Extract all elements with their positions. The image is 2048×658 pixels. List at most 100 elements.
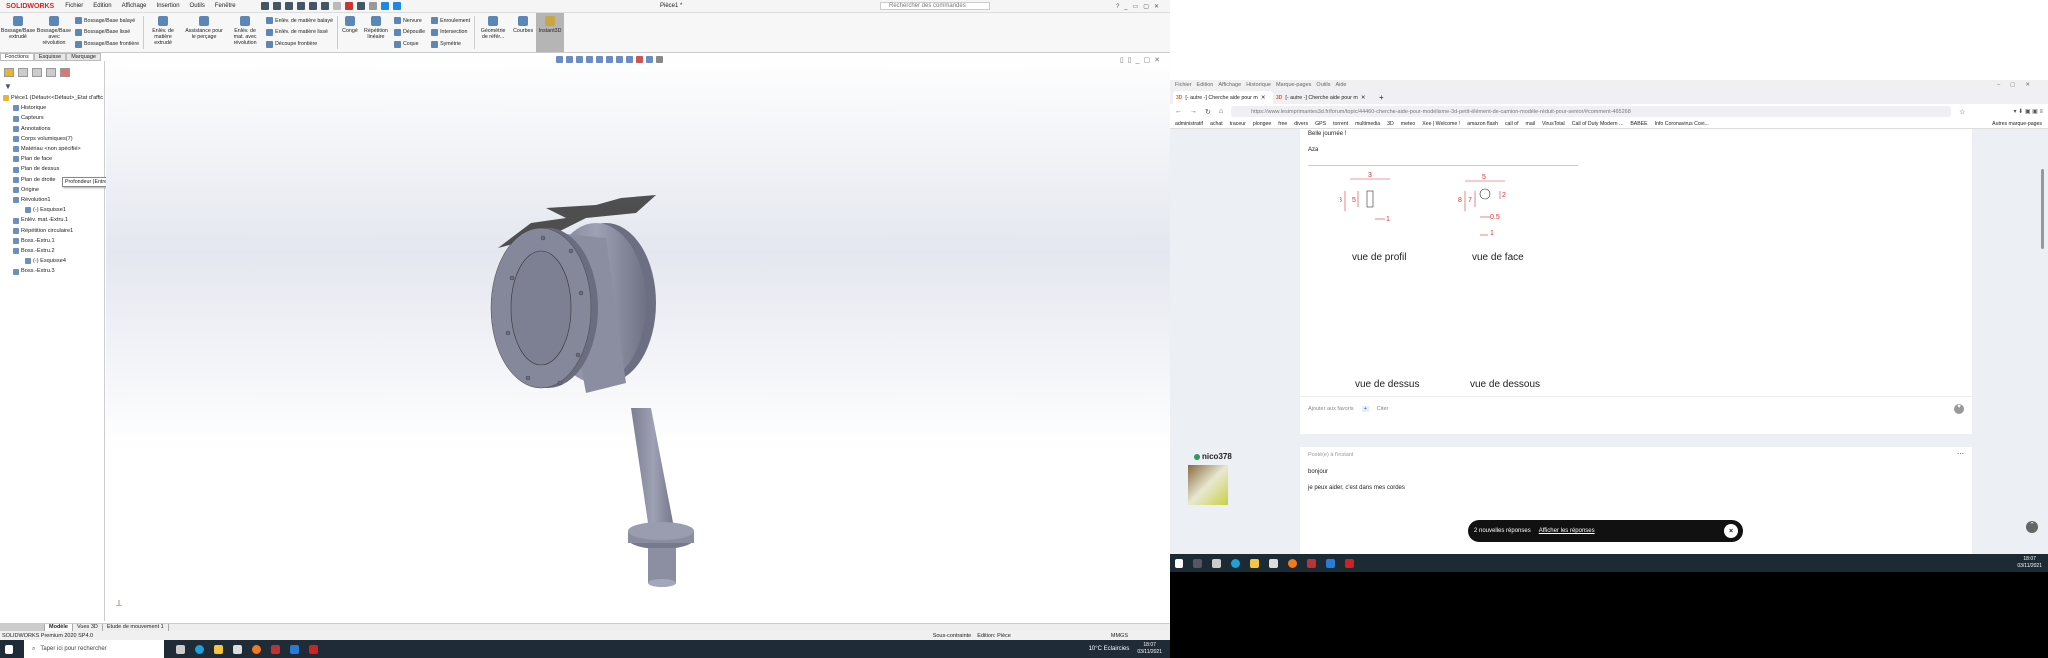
file-properties-icon[interactable] [356,2,365,10]
app-icon-2[interactable] [392,2,401,10]
bookmark-item[interactable]: Call of Duty Modern ... [1572,121,1624,127]
reload-icon[interactable]: ↻ [1205,108,1211,116]
property-manager-icon[interactable] [18,68,28,77]
zoom-fit-icon[interactable] [556,56,563,63]
command-search[interactable]: Rechercher des commandes [880,2,990,10]
store-icon[interactable] [1269,558,1278,568]
start-icon[interactable] [5,644,13,654]
3d-model[interactable] [486,193,846,603]
tab-marquage[interactable]: Marquage [66,53,101,61]
tree-item[interactable]: Corps volumiques(7) [3,134,104,144]
favorite-link[interactable]: Ajouter aux favoris [1308,406,1354,412]
ff-menu-aide[interactable]: Aide [1335,82,1346,88]
bookmark-item[interactable]: mail [1526,121,1536,127]
search-icon[interactable] [1193,558,1202,568]
explorer-icon[interactable] [1250,558,1259,568]
window-controls[interactable]: ?_▭▢✕ [1116,3,1164,10]
boss-extrude-button[interactable]: Bossage/Base extrudé [0,13,36,52]
plus-button[interactable]: + [1361,406,1369,412]
avatar[interactable] [1188,465,1228,505]
tree-item[interactable]: Enlèv. mat.-Extru.1 [3,215,104,225]
open-icon[interactable] [284,2,293,10]
boss-revolve-button[interactable]: Bossage/Base avec révolution [36,13,72,52]
boss-boundary-button[interactable]: Bossage/Base frontière [75,40,139,48]
clock[interactable]: 18:07 03/11/2021 [2017,556,2042,570]
tree-item[interactable]: Boss.-Extru.1 [3,236,104,246]
start-icon[interactable] [1175,558,1183,568]
hole-wizard-button[interactable]: Assistance pour le perçage [181,13,227,52]
draft-button[interactable]: Dépouille [393,28,425,36]
filter-icon[interactable]: ▼ [4,82,100,91]
tree-item[interactable]: Matériau <non spécifié> [3,144,104,154]
close-tab-icon[interactable]: ✕ [1261,95,1265,101]
bookmark-item[interactable]: call of [1505,121,1519,127]
firefox-icon[interactable] [252,644,261,654]
menu-insertion[interactable]: Insertion [157,3,180,9]
tab-modele[interactable]: Modèle [45,624,73,631]
solidworks-icon[interactable] [309,644,318,654]
tree-item[interactable]: Boss.-Extru.3 [3,266,104,276]
ff-menu-affichage[interactable]: Affichage [1218,82,1241,88]
rebuild-icon[interactable] [344,2,353,10]
weather[interactable]: 10°C Eclaircies [1089,646,1130,652]
forward-icon[interactable]: → [1190,108,1197,115]
bookmark-item[interactable]: administratif [1175,121,1203,127]
scene-icon[interactable] [646,56,653,63]
tab-fonctions[interactable]: Fonctions [0,53,34,61]
home-icon[interactable]: ⌂ [1219,108,1223,115]
feature-manager-icon[interactable] [4,68,14,77]
tree-item[interactable]: Révolution1 [3,195,104,205]
rib-button[interactable]: Nervure [393,17,425,25]
dynamic-annotation-icon[interactable] [596,56,603,63]
wrap-button[interactable]: Enroulement [431,17,470,25]
tree-item[interactable]: Annotations [3,124,104,134]
ff-menu-marque-pages[interactable]: Marque-pages [1276,82,1311,88]
author-name[interactable]: nico378 [1194,452,1232,461]
explorer-icon[interactable] [214,644,223,654]
bookmark-item[interactable]: VirusTotal [1542,121,1565,127]
bookmark-item[interactable]: achat [1210,121,1223,127]
boss-sweep-button[interactable]: Bossage/Base balayé [75,17,139,25]
reference-geometry-button[interactable]: Géométrie de référ... [476,13,510,52]
dimxpert-icon[interactable] [46,68,56,77]
mirror-button[interactable]: Symétrie [431,40,470,48]
bookmark-item[interactable]: meteo [1401,121,1415,127]
edge-icon[interactable] [1231,558,1240,568]
home-icon[interactable] [260,2,269,10]
cut-sweep-button[interactable]: Enlèv. de matière balayé [266,17,333,25]
configuration-manager-icon[interactable] [32,68,42,77]
bookmark-item[interactable]: torrent [1333,121,1348,127]
view-orientation-icon[interactable] [606,56,613,63]
boss-loft-button[interactable]: Bossage/Base lissé [75,28,139,36]
bookmark-item[interactable]: 3D [1387,121,1394,127]
intersect-button[interactable]: Intersection [431,28,470,36]
new-icon[interactable] [272,2,281,10]
tree-item[interactable]: Répétition circulaire1 [3,226,104,236]
scrollbar[interactable] [2041,169,2044,249]
scroll-top-button[interactable]: ⌃ [2026,521,2038,533]
extensions-icons[interactable]: ▾ ⬇ ▣ ▣ ≡ [2013,108,2043,115]
ff-menu-fichier[interactable]: Fichier [1175,82,1192,88]
tree-item[interactable]: Capteurs [3,113,104,123]
close-tab-icon[interactable]: ✕ [1361,95,1365,101]
bookmark-item[interactable]: free [1278,121,1287,127]
display-style-icon[interactable] [616,56,623,63]
ff-window-controls[interactable]: –▢✕ [1997,82,2040,88]
options-icon[interactable] [368,2,377,10]
app-icon[interactable] [271,644,280,654]
show-replies-link[interactable]: Afficher les réponses [1539,528,1595,534]
bookmark-item[interactable]: amazon flash [1467,121,1498,127]
menu-outils[interactable]: Outils [190,3,205,9]
post-menu-icon[interactable]: ⋯ [1957,450,1964,458]
graphics-area[interactable]: ▯▯_▢✕ ⟂ [106,53,1170,621]
browser-tab-active[interactable]: 3D [- autre -] Cherche aide pour m ✕ [1173,91,1273,104]
new-tab-icon[interactable]: + [1379,93,1384,102]
cut-loft-button[interactable]: Enlèv. de matière lissé [266,28,333,36]
quote-link[interactable]: Citer [1377,406,1389,412]
like-icon[interactable]: ♥ [1954,404,1964,414]
tab-scroll[interactable] [0,624,45,631]
tree-item[interactable]: (-) Esquisse1 [3,205,104,215]
previous-view-icon[interactable] [576,56,583,63]
menu-fichier[interactable]: Fichier [65,3,83,9]
display-manager-icon[interactable] [60,68,70,77]
